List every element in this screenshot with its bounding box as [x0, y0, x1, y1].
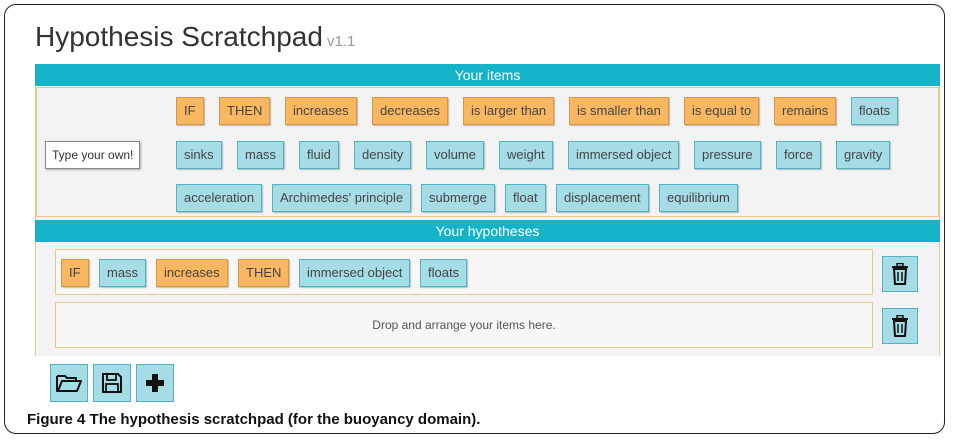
- app-title: Hypothesis Scratchpad: [35, 21, 323, 52]
- trash-icon: [892, 315, 908, 337]
- item-chip[interactable]: decreases: [372, 97, 448, 125]
- item-chip[interactable]: is larger than: [463, 97, 555, 125]
- plus-icon: [146, 374, 164, 392]
- item-chip[interactable]: weight: [499, 141, 553, 169]
- item-chip[interactable]: mass: [99, 259, 147, 287]
- app-version: v1.1: [326, 33, 356, 50]
- item-chip[interactable]: force: [776, 141, 821, 169]
- item-chip[interactable]: Archimedes' principle: [272, 184, 412, 212]
- folder-open-icon: [56, 375, 82, 392]
- item-chip[interactable]: float: [505, 184, 546, 212]
- item-chip[interactable]: sinks: [176, 141, 222, 169]
- figure-caption: Figure 4 The hypothesis scratchpad (for …: [27, 411, 480, 428]
- item-chip[interactable]: submerge: [421, 184, 495, 212]
- item-chip[interactable]: fluid: [299, 141, 339, 169]
- caption-label: Figure 4: [27, 411, 86, 428]
- item-chip[interactable]: remains: [774, 97, 837, 125]
- item-chip[interactable]: equilibrium: [659, 184, 738, 212]
- item-chip[interactable]: IF: [176, 97, 204, 125]
- page-title: Hypothesis Scratchpad v1.1: [35, 21, 355, 53]
- item-chip[interactable]: acceleration: [176, 184, 263, 212]
- hypotheses-header: Your hypotheses: [35, 220, 940, 242]
- delete-hypothesis-button[interactable]: [882, 308, 918, 344]
- item-chip[interactable]: THEN: [219, 97, 271, 125]
- trash-icon: [892, 263, 908, 285]
- item-chip[interactable]: displacement: [556, 184, 649, 212]
- caption-text: The hypothesis scratchpad (for the buoya…: [89, 411, 481, 428]
- item-chip[interactable]: is smaller than: [569, 97, 669, 125]
- item-chip[interactable]: increases: [285, 97, 357, 125]
- item-chip[interactable]: mass: [237, 141, 285, 169]
- type-your-own-button[interactable]: Type your own!: [45, 141, 141, 169]
- item-chip[interactable]: IF: [61, 259, 89, 287]
- item-chip[interactable]: immersed object: [299, 259, 411, 287]
- item-chip[interactable]: gravity: [836, 141, 891, 169]
- item-chip[interactable]: immersed object: [568, 141, 680, 169]
- delete-hypothesis-button[interactable]: [882, 256, 918, 292]
- save-icon: [102, 373, 122, 393]
- item-chip[interactable]: floats: [420, 259, 468, 287]
- add-button[interactable]: [136, 364, 174, 402]
- hypothesis-drop-zone[interactable]: Drop and arrange your items here.: [55, 302, 873, 348]
- save-button[interactable]: [93, 364, 131, 402]
- item-chip[interactable]: increases: [156, 259, 228, 287]
- item-chip[interactable]: volume: [426, 141, 484, 169]
- open-button[interactable]: [50, 364, 88, 402]
- item-chip[interactable]: density: [354, 141, 412, 169]
- item-chip[interactable]: THEN: [238, 259, 290, 287]
- items-header: Your items: [35, 64, 940, 86]
- item-chip[interactable]: is equal to: [684, 97, 760, 125]
- item-chip[interactable]: pressure: [694, 141, 761, 169]
- item-chip[interactable]: floats: [851, 97, 899, 125]
